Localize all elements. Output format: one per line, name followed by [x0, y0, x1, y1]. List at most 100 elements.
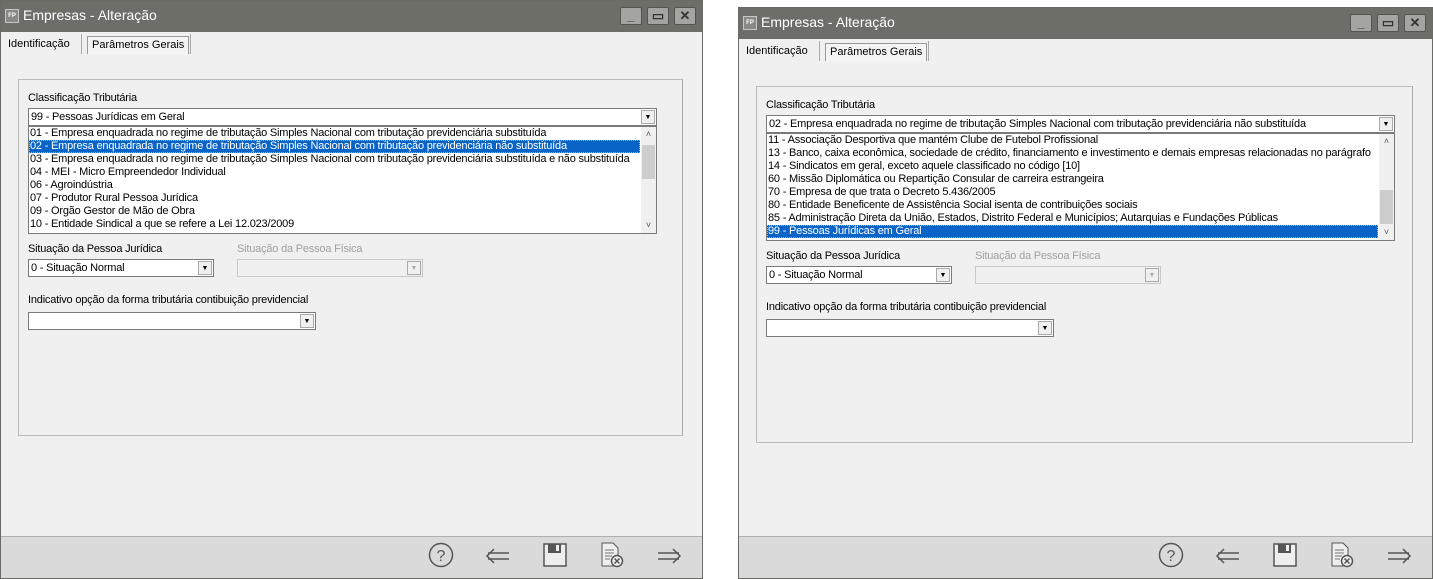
list-item[interactable]: 06 - Agroindústria: [29, 179, 640, 192]
situacao-pj-value: 0 - Situação Normal: [769, 269, 863, 281]
list-item[interactable]: 03 - Empresa enquadrada no regime de tri…: [29, 153, 640, 166]
maximize-button[interactable]: ▭: [647, 7, 669, 25]
list-item[interactable]: 01 - Empresa enquadrada no regime de tri…: [29, 127, 640, 140]
maximize-button[interactable]: ▭: [1377, 14, 1399, 32]
list-item[interactable]: 99 - Pessoas Jurídicas em Geral: [767, 225, 1378, 238]
tab-identificacao[interactable]: Identificação: [742, 43, 812, 61]
scrollbar[interactable]: ˄ ˅: [1379, 134, 1394, 240]
save-icon: [1273, 543, 1297, 573]
situacao-pf-label: Situação da Pessoa Física: [237, 243, 363, 255]
scrollbar[interactable]: ˄ ˅: [641, 127, 656, 233]
scroll-up-icon[interactable]: ˄: [1379, 134, 1394, 149]
chevron-down-icon[interactable]: ▼: [198, 261, 212, 275]
chevron-down-icon[interactable]: ▼: [1038, 321, 1052, 335]
scroll-down-icon[interactable]: ˅: [641, 218, 656, 233]
cancel-document-button[interactable]: [598, 542, 626, 574]
situacao-pj-select[interactable]: 0 - Situação Normal ▼: [766, 266, 952, 284]
chevron-down-icon[interactable]: ▼: [641, 110, 655, 124]
title-bar: FP Empresas - Alteração _ ▭ ✕: [739, 8, 1432, 39]
tab-divider: [928, 41, 929, 61]
scrollbar-thumb[interactable]: [642, 145, 655, 179]
indicativo-label: Indicativo opção da forma tributária con…: [766, 301, 1047, 313]
arrow-right-icon: [656, 545, 682, 571]
indicativo-label: Indicativo opção da forma tributária con…: [28, 294, 309, 306]
window-title: Empresas - Alteração: [761, 14, 895, 30]
tab-bar: Identificação Parâmetros Gerais: [739, 39, 1432, 63]
list-item[interactable]: 09 - Órgão Gestor de Mão de Obra: [29, 205, 640, 218]
arrow-left-icon: [1215, 545, 1241, 571]
parameters-group: Classificação Tributária 02 - Empresa enq…: [756, 86, 1413, 443]
app-logo: FP: [5, 9, 19, 23]
situacao-pj-select[interactable]: 0 - Situação Normal ▼: [28, 259, 214, 277]
situacao-pj-label: Situação da Pessoa Jurídica: [28, 243, 163, 255]
close-button[interactable]: ✕: [1404, 14, 1426, 32]
close-icon: ✕: [1409, 15, 1421, 30]
help-button[interactable]: ?: [427, 542, 455, 574]
close-button[interactable]: ✕: [674, 7, 696, 25]
save-button[interactable]: [541, 543, 569, 571]
parameters-group: Classificação Tributária 99 - Pessoas Jur…: [18, 79, 683, 436]
minimize-icon: _: [627, 8, 635, 23]
chevron-down-icon[interactable]: ▼: [1379, 117, 1393, 131]
cancel-document-icon: [600, 542, 624, 574]
minimize-button[interactable]: _: [620, 7, 642, 25]
situacao-pj-label: Situação da Pessoa Jurídica: [766, 250, 901, 262]
arrow-right-button[interactable]: [1385, 545, 1413, 571]
scrollbar-thumb[interactable]: [1380, 190, 1393, 224]
title-bar: FP Empresas - Alteração _ ▭ ✕: [1, 1, 702, 32]
tab-identificacao[interactable]: Identificação: [4, 36, 74, 54]
tab-divider: [81, 34, 82, 54]
help-icon: ?: [1158, 542, 1184, 574]
window: FP Empresas - Alteração _ ▭ ✕ Identificação Pa…: [0, 0, 703, 579]
cancel-document-button[interactable]: [1328, 542, 1356, 571]
maximize-icon: ▭: [651, 8, 665, 23]
tab-parametros-gerais[interactable]: Parâmetros Gerais: [825, 43, 928, 61]
arrow-right-button[interactable]: [655, 545, 683, 571]
situacao-pf-label: Situação da Pessoa Física: [975, 250, 1101, 262]
list-item[interactable]: 04 - MEI - Micro Empreendedor Individual: [29, 166, 640, 179]
classificacao-select[interactable]: 99 - Pessoas Jurídicas em Geral ▼: [28, 108, 657, 126]
tab-parametros-gerais[interactable]: Parâmetros Gerais: [87, 36, 190, 54]
list-item[interactable]: 60 - Missão Diplomática ou Repartição Co…: [767, 173, 1378, 186]
list-item[interactable]: 80 - Entidade Beneficente de Assistência…: [767, 199, 1378, 212]
minimize-icon: _: [1357, 15, 1365, 30]
situacao-pf-select[interactable]: ▼: [237, 259, 423, 277]
classificacao-dropdown-list[interactable]: 11 - Associação Desportiva que mantém Cl…: [766, 133, 1395, 241]
indicativo-select[interactable]: ▼: [28, 312, 316, 330]
classificacao-select[interactable]: 02 - Empresa enquadrada no regime de tri…: [766, 115, 1395, 133]
arrow-left-button[interactable]: [1214, 545, 1242, 571]
chevron-down-icon[interactable]: ▼: [936, 268, 950, 282]
chevron-down-icon[interactable]: ▼: [1145, 268, 1159, 282]
help-icon: ?: [428, 542, 454, 574]
indicativo-select[interactable]: ▼: [766, 319, 1054, 337]
classificacao-label: Classificação Tributária: [766, 99, 875, 111]
chevron-down-icon[interactable]: ▼: [407, 261, 421, 275]
maximize-icon: ▭: [1381, 15, 1395, 30]
svg-text:?: ?: [437, 548, 446, 565]
tab-divider: [190, 34, 191, 54]
arrow-left-button[interactable]: [484, 545, 512, 571]
save-button[interactable]: [1271, 543, 1299, 573]
list-item[interactable]: 10 - Entidade Sindical a que se refere a…: [29, 218, 640, 231]
minimize-button[interactable]: _: [1350, 14, 1372, 32]
situacao-pf-select[interactable]: ▼: [975, 266, 1161, 284]
arrow-right-icon: [1386, 545, 1412, 571]
tab-divider: [819, 41, 820, 61]
list-item[interactable]: 02 - Empresa enquadrada no regime de tri…: [29, 140, 640, 153]
list-item[interactable]: 11 - Associação Desportiva que mantém Cl…: [767, 134, 1378, 147]
tab-bar: Identificação Parâmetros Gerais: [1, 32, 702, 56]
classificacao-value: 99 - Pessoas Jurídicas em Geral: [31, 111, 185, 123]
chevron-down-icon[interactable]: ▼: [300, 314, 314, 328]
scroll-up-icon[interactable]: ˄: [641, 127, 656, 142]
help-button[interactable]: ?: [1157, 542, 1185, 574]
classificacao-dropdown-list[interactable]: 01 - Empresa enquadrada no regime de tri…: [28, 126, 657, 234]
list-item[interactable]: 14 - Sindicatos em geral, exceto aquele …: [767, 160, 1378, 173]
list-item[interactable]: 70 - Empresa de que trata o Decreto 5.43…: [767, 186, 1378, 199]
list-item[interactable]: 07 - Produtor Rural Pessoa Jurídica: [29, 192, 640, 205]
list-item[interactable]: 85 - Administração Direta da União, Esta…: [767, 212, 1378, 225]
scroll-down-icon[interactable]: ˅: [1379, 225, 1394, 240]
app-logo: FP: [743, 16, 757, 30]
list-item[interactable]: 13 - Banco, caixa econômica, sociedade d…: [767, 147, 1378, 160]
situacao-pj-value: 0 - Situação Normal: [31, 262, 125, 274]
svg-text:?: ?: [1167, 548, 1176, 565]
